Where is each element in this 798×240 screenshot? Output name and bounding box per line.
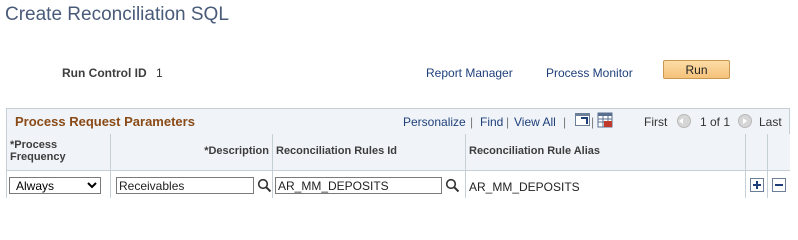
rules-id-lookup-icon[interactable]: [445, 178, 460, 193]
run-control-id-value: 1: [156, 66, 163, 80]
find-link[interactable]: Find: [480, 115, 503, 129]
run-button[interactable]: Run: [663, 60, 730, 79]
page-title: Create Reconciliation SQL: [5, 4, 229, 25]
personalize-link[interactable]: Personalize: [403, 115, 466, 129]
previous-row-icon[interactable]: [677, 114, 691, 128]
view-all-link[interactable]: View All: [514, 115, 556, 129]
toolbar-separator: |: [591, 115, 595, 129]
reconciliation-rules-id-input[interactable]: [275, 177, 442, 194]
process-monitor-link[interactable]: Process Monitor: [546, 66, 633, 80]
download-to-excel-icon[interactable]: [597, 112, 613, 128]
first-label: First: [644, 115, 668, 129]
process-request-parameters-grid: Process Request Parameters Personalize |…: [6, 108, 790, 198]
col-header-reconciliation-rule-alias: Reconciliation Rule Alias: [466, 134, 746, 171]
run-control-id-label: Run Control ID: [62, 66, 147, 80]
toolbar-separator: |: [470, 115, 474, 129]
col-header-process-frequency: *Process Frequency: [7, 134, 111, 171]
grid-title: Process Request Parameters: [15, 114, 195, 129]
col-header-description: *Description: [111, 134, 273, 171]
description-lookup-icon[interactable]: [257, 178, 272, 193]
col-header-delete: [768, 134, 790, 171]
reconciliation-rule-alias-value: AR_MM_DEPOSITS: [469, 180, 580, 194]
new-window-icon[interactable]: [575, 113, 590, 126]
pagination-label: 1 of 1: [700, 115, 731, 129]
process-frequency-select[interactable]: Always: [9, 177, 101, 194]
grid-header: Process Request Parameters Personalize |…: [7, 109, 789, 135]
col-header-add: [746, 134, 768, 171]
toolbar-separator: |: [506, 115, 510, 129]
description-input[interactable]: [116, 177, 254, 194]
toolbar-separator: |: [563, 115, 567, 129]
next-row-icon[interactable]: [738, 114, 752, 128]
report-manager-link[interactable]: Report Manager: [426, 66, 513, 80]
add-row-button[interactable]: [750, 178, 764, 192]
last-label: Last: [759, 115, 782, 129]
delete-row-button[interactable]: [772, 178, 786, 192]
col-header-reconciliation-rules-id: Reconciliation Rules Id: [273, 134, 466, 171]
